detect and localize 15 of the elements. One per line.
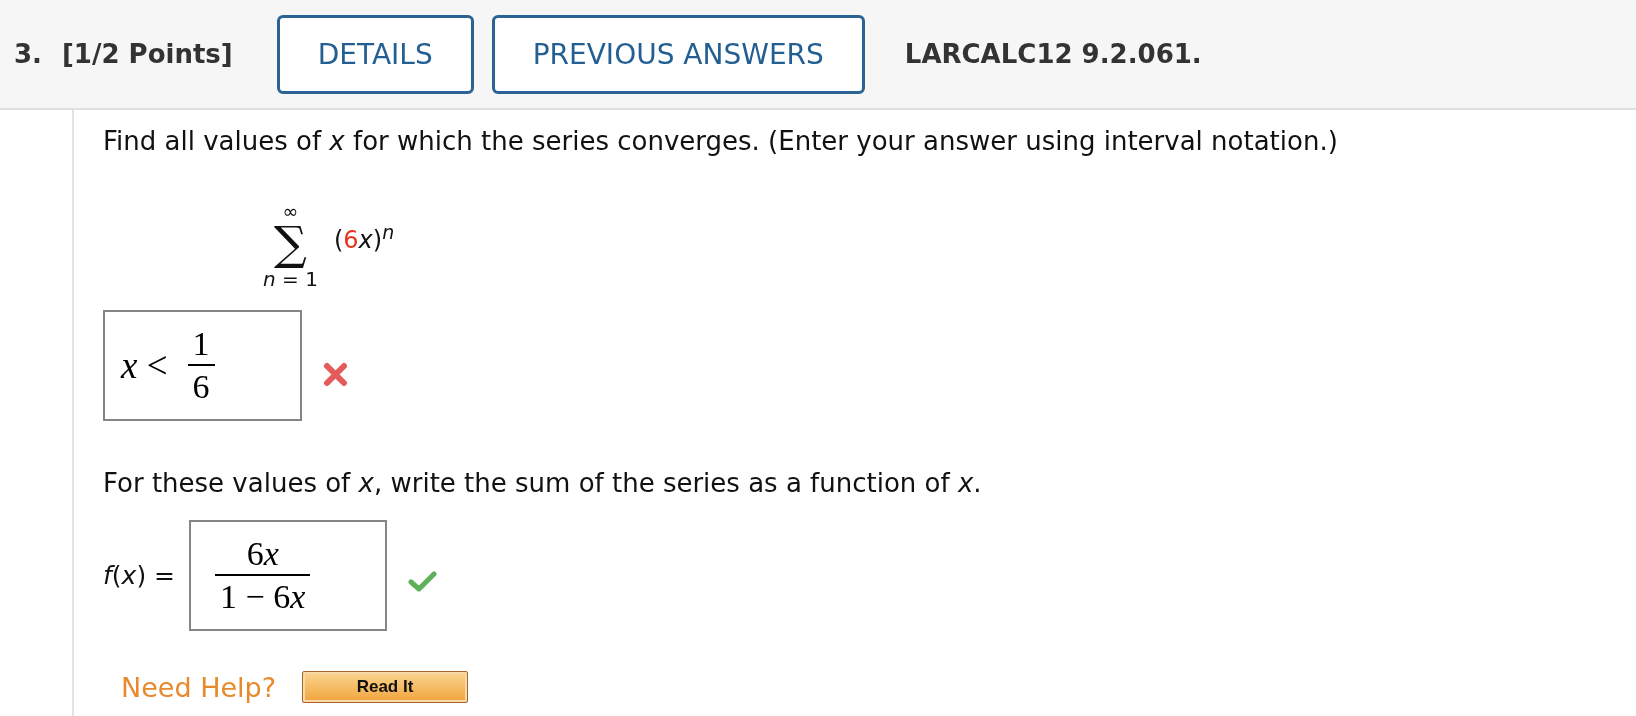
previous-answers-button[interactable]: PREVIOUS ANSWERS [491,14,865,94]
details-button[interactable]: DETAILS [276,14,474,94]
sigma-symbol: ∑ [274,218,307,268]
question-text: Find all values of x for which the series converges. (Enter your answer using interval notation.) [103,126,1339,156]
question-text: For these values of x, write the sum of the series as a function of x. [103,468,983,498]
help-label: Need Help? [121,671,277,703]
answer-box[interactable]: 6x 1 − 6x [189,520,388,631]
sum-upper-limit: ∞ [282,204,299,218]
points-label: [1/2 Points] [61,39,233,69]
problem-id: LARCALC12 9.2.061. [904,39,1202,69]
question-number: 3. [14,39,42,69]
read-it-button[interactable]: Read It [302,671,469,703]
series-term: (6x)$^{n}$ [333,220,395,254]
sum-lower-limit: n = 1 [263,268,318,290]
function-label: f(x) = [103,561,176,590]
